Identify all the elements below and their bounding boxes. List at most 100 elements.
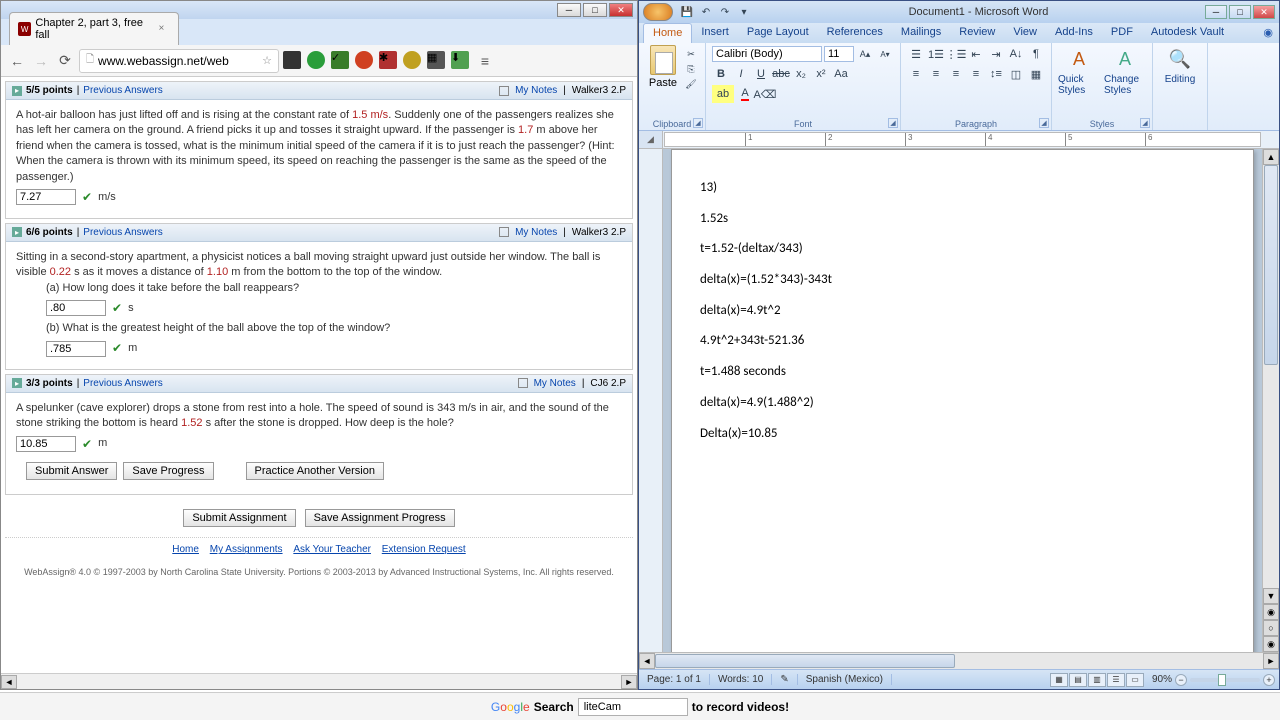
outline-icon[interactable]: ☰ xyxy=(1107,673,1125,687)
answer-input[interactable] xyxy=(46,300,106,316)
language-status[interactable]: Spanish (Mexico) xyxy=(798,674,892,685)
line-spacing-icon[interactable]: ↕≡ xyxy=(987,65,1005,83)
print-layout-icon[interactable]: ▦ xyxy=(1050,673,1068,687)
expand-icon[interactable]: ▸ xyxy=(12,227,22,237)
submit-assignment-button[interactable]: Submit Assignment xyxy=(183,509,295,527)
scroll-thumb[interactable] xyxy=(1264,165,1278,365)
scroll-up-icon[interactable]: ▲ xyxy=(1263,149,1279,165)
next-page-icon[interactable]: ◉ xyxy=(1263,636,1279,652)
dialog-launcher-icon[interactable]: ◢ xyxy=(693,118,703,128)
answer-input[interactable] xyxy=(46,341,106,357)
numbering-icon[interactable]: 1☰ xyxy=(927,45,945,63)
help-icon[interactable]: ◉ xyxy=(1257,23,1279,43)
answer-input[interactable] xyxy=(16,189,76,205)
save-progress-button[interactable]: Save Progress xyxy=(123,462,213,480)
sort-icon[interactable]: A↓ xyxy=(1007,45,1025,63)
borders-icon[interactable]: ▦ xyxy=(1027,65,1045,83)
ruler-corner[interactable]: ◢ xyxy=(639,131,663,148)
my-notes-link[interactable]: My Notes xyxy=(515,227,557,238)
copy-icon[interactable]: ⎘ xyxy=(683,62,699,76)
zoom-thumb[interactable] xyxy=(1218,674,1226,686)
ext-icon[interactable] xyxy=(403,51,421,69)
draft-icon[interactable]: ▭ xyxy=(1126,673,1144,687)
tab-mailings[interactable]: Mailings xyxy=(892,23,950,43)
redo-icon[interactable]: ↷ xyxy=(717,4,733,20)
scroll-down-icon[interactable]: ▼ xyxy=(1263,588,1279,604)
checkbox-icon[interactable] xyxy=(499,86,509,96)
checkbox-icon[interactable] xyxy=(518,378,528,388)
zoom-level[interactable]: 90% xyxy=(1152,674,1172,685)
editing-button[interactable]: 🔍 Editing xyxy=(1159,45,1201,85)
font-color-icon[interactable]: A xyxy=(736,85,754,103)
align-center-icon[interactable]: ≡ xyxy=(927,65,945,83)
star-icon[interactable]: ☆ xyxy=(262,54,272,67)
previous-answers-link[interactable]: Previous Answers xyxy=(83,378,162,389)
tab-addins[interactable]: Add-Ins xyxy=(1046,23,1102,43)
menu-icon[interactable]: ≡ xyxy=(475,51,495,71)
cut-icon[interactable]: ✂ xyxy=(683,47,699,61)
search-input[interactable] xyxy=(578,698,688,716)
expand-icon[interactable]: ▸ xyxy=(12,86,22,96)
url-bar[interactable]: 🗋 ☆ xyxy=(79,49,279,73)
tab-close-icon[interactable]: × xyxy=(159,23,170,35)
vertical-ruler[interactable] xyxy=(639,149,663,652)
change-case-icon[interactable]: Aa xyxy=(832,65,850,83)
tab-review[interactable]: Review xyxy=(950,23,1004,43)
align-left-icon[interactable]: ≡ xyxy=(907,65,925,83)
tab-insert[interactable]: Insert xyxy=(692,23,738,43)
scroll-right-icon[interactable]: ► xyxy=(621,675,637,689)
underline-icon[interactable]: U xyxy=(752,65,770,83)
ext-icon[interactable] xyxy=(307,51,325,69)
vertical-scrollbar[interactable]: ▲ ▼ ◉ ○ ◉ xyxy=(1262,149,1279,652)
my-notes-link[interactable]: My Notes xyxy=(534,378,576,389)
grow-font-icon[interactable]: A▴ xyxy=(856,45,874,63)
ext-icon[interactable]: ▦ xyxy=(427,51,445,69)
previous-answers-link[interactable]: Previous Answers xyxy=(83,85,162,96)
office-button[interactable] xyxy=(643,3,673,21)
ext-icon[interactable]: ✱ xyxy=(379,51,397,69)
save-icon[interactable]: 💾 xyxy=(679,4,695,20)
url-input[interactable] xyxy=(98,54,258,68)
tab-home[interactable]: Home xyxy=(643,23,692,43)
dialog-launcher-icon[interactable]: ◢ xyxy=(1039,118,1049,128)
tab-page-layout[interactable]: Page Layout xyxy=(738,23,818,43)
tab-pdf[interactable]: PDF xyxy=(1102,23,1142,43)
ext-icon[interactable]: ✓ xyxy=(331,51,349,69)
full-screen-icon[interactable]: ▤ xyxy=(1069,673,1087,687)
format-painter-icon[interactable]: 🖌 xyxy=(683,77,699,91)
scroll-thumb[interactable] xyxy=(655,654,955,668)
page-scroll[interactable]: 13) 1.52s t=1.52-(deltax/343) delta(x)=(… xyxy=(663,149,1262,652)
browse-object-icon[interactable]: ○ xyxy=(1263,620,1279,636)
my-notes-link[interactable]: My Notes xyxy=(515,85,557,96)
dialog-launcher-icon[interactable]: ◢ xyxy=(1140,118,1150,128)
font-size-select[interactable] xyxy=(824,46,854,62)
ext-icon[interactable] xyxy=(283,51,301,69)
tab-references[interactable]: References xyxy=(818,23,892,43)
shrink-font-icon[interactable]: A▾ xyxy=(876,45,894,63)
paste-button[interactable]: Paste xyxy=(645,45,681,128)
reload-icon[interactable]: ⟳ xyxy=(55,51,75,71)
zoom-slider[interactable] xyxy=(1190,678,1260,682)
quick-styles-button[interactable]: A Quick Styles xyxy=(1058,45,1100,128)
document-page[interactable]: 13) 1.52s t=1.52-(deltax/343) delta(x)=(… xyxy=(671,149,1254,652)
page-content[interactable]: ▸ 5/5 points | Previous Answers My Notes… xyxy=(1,77,637,673)
zoom-out-icon[interactable]: − xyxy=(1175,674,1187,686)
minimize-button[interactable]: ─ xyxy=(557,3,581,17)
word-count[interactable]: Words: 10 xyxy=(710,674,772,685)
qat-dropdown-icon[interactable]: ▾ xyxy=(736,4,752,20)
maximize-button[interactable]: □ xyxy=(583,3,607,17)
justify-icon[interactable]: ≡ xyxy=(967,65,985,83)
scroll-right-icon[interactable]: ► xyxy=(1263,653,1279,669)
clear-format-icon[interactable]: A⌫ xyxy=(756,85,774,103)
font-name-select[interactable] xyxy=(712,46,822,62)
submit-answer-button[interactable]: Submit Answer xyxy=(26,462,117,480)
horizontal-scrollbar[interactable]: ◄ ► xyxy=(639,652,1279,669)
close-button[interactable]: ✕ xyxy=(609,3,633,17)
footer-link[interactable]: Extension Request xyxy=(382,544,466,555)
browser-tab[interactable]: W Chapter 2, part 3, free fall × xyxy=(9,12,179,45)
ext-icon[interactable] xyxy=(355,51,373,69)
show-marks-icon[interactable]: ¶ xyxy=(1027,45,1045,63)
footer-link[interactable]: Home xyxy=(172,544,199,555)
indent-right-icon[interactable]: ⇥ xyxy=(987,45,1005,63)
previous-answers-link[interactable]: Previous Answers xyxy=(83,227,162,238)
